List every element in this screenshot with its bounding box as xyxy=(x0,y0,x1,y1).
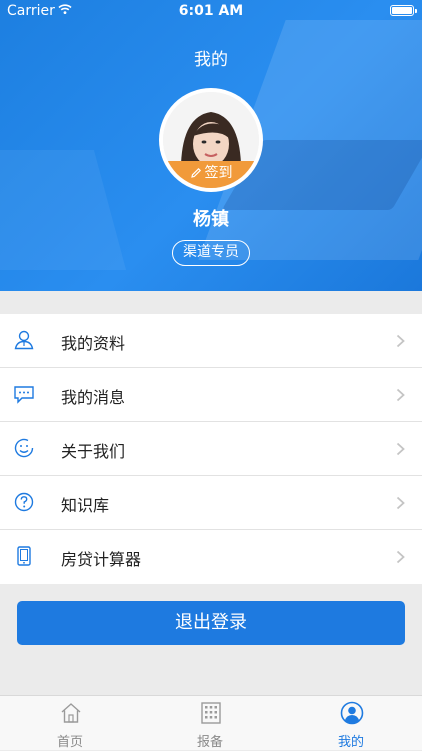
home-icon xyxy=(61,703,81,723)
tab-label: 首页 xyxy=(56,735,83,750)
avatar[interactable]: 签到 xyxy=(159,88,263,192)
phone-calculator-icon xyxy=(17,546,31,566)
signin-button[interactable]: 签到 xyxy=(163,161,259,188)
menu-item-messages[interactable]: 我的消息 xyxy=(0,368,422,422)
signin-label: 签到 xyxy=(204,165,233,181)
smile-icon xyxy=(14,438,34,458)
chevron-right-icon xyxy=(396,442,405,456)
menu-item-label: 房贷计算器 xyxy=(61,550,142,569)
clock: 6:01 AM xyxy=(178,3,244,19)
tab-label: 报备 xyxy=(196,735,223,750)
page-title: 我的 xyxy=(194,50,228,70)
question-icon xyxy=(14,492,34,512)
status-bar: Carrier 6:01 AM xyxy=(0,0,422,22)
menu-item-label: 关于我们 xyxy=(61,442,126,461)
tab-home[interactable]: 首页 xyxy=(0,696,140,751)
user-profile-icon xyxy=(14,330,34,350)
logout-button[interactable]: 退出登录 xyxy=(17,601,405,645)
role-badge: 渠道专员 xyxy=(172,240,250,266)
menu-item-mortgage-calculator[interactable]: 房贷计算器 xyxy=(0,530,422,584)
tab-label: 我的 xyxy=(337,735,364,750)
menu-item-label: 我的消息 xyxy=(61,388,126,407)
username: 杨镇 xyxy=(193,209,229,230)
profile-icon xyxy=(340,701,364,725)
chevron-right-icon xyxy=(396,496,405,510)
chevron-right-icon xyxy=(396,550,405,564)
tab-report[interactable]: 报备 xyxy=(140,696,280,751)
menu-item-label: 我的资料 xyxy=(61,334,126,353)
profile-header: Carrier 6:01 AM 我的 签到 杨镇 渠道专员 xyxy=(0,0,422,291)
pencil-icon xyxy=(190,167,201,178)
battery-icon xyxy=(390,5,417,16)
menu-item-label: 知识库 xyxy=(61,496,110,515)
tab-mine[interactable]: 我的 xyxy=(281,696,421,751)
menu-item-about[interactable]: 关于我们 xyxy=(0,422,422,476)
chevron-right-icon xyxy=(396,388,405,402)
tab-bar: 首页 报备 我的 xyxy=(0,695,422,750)
building-icon xyxy=(201,702,221,724)
chevron-right-icon xyxy=(396,334,405,348)
menu-item-knowledge-base[interactable]: 知识库 xyxy=(0,476,422,530)
profile-menu: 我的资料 我的消息 关于我们 知识库 房贷计算器 xyxy=(0,314,422,584)
message-icon xyxy=(14,386,34,404)
menu-item-profile[interactable]: 我的资料 xyxy=(0,314,422,368)
